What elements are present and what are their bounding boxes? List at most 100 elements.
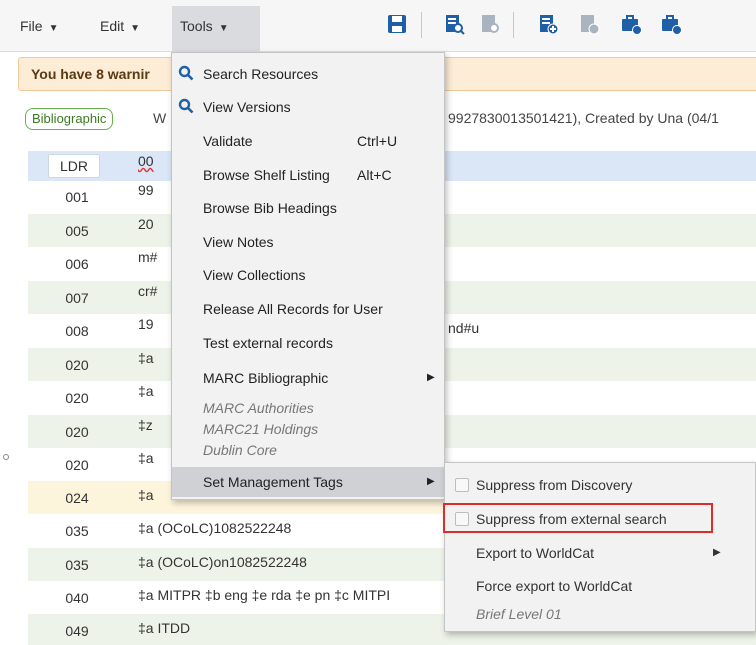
management-tags-submenu: Suppress from Discovery Suppress from ext… — [444, 462, 756, 632]
management-tag-label: Export to WorldCat — [476, 545, 595, 561]
menu-tools-label: Tools — [180, 18, 213, 34]
management-tag-item[interactable]: Force export to WorldCat — [445, 570, 755, 602]
highlight-box — [443, 503, 713, 533]
submenu-arrow-icon: ▶ — [427, 372, 435, 383]
toolbar-separator — [421, 12, 422, 38]
record-type-badge: Bibliographic — [25, 108, 114, 130]
marc-value[interactable]: ‡a — [138, 383, 154, 399]
record-info: 9927830013501421), Created by Una (04/1 — [448, 110, 719, 126]
tools-menu-item-label: Set Management Tags — [203, 474, 343, 490]
marc-tag[interactable]: 007 — [57, 290, 97, 306]
add-record-icon[interactable] — [537, 13, 559, 35]
tools-menu-item-label: Release All Records for User — [203, 301, 383, 317]
menu-file-label: File — [20, 18, 43, 34]
management-tag-item[interactable]: Export to WorldCat ▶ — [445, 537, 755, 569]
marc-tag[interactable]: 008 — [57, 323, 97, 339]
marc-value[interactable]: 20 — [138, 216, 154, 232]
marc-value[interactable]: ‡a (OCoLC)1082522248 — [138, 520, 291, 536]
marc-tag[interactable]: 020 — [57, 390, 97, 406]
marc-value[interactable]: 99 — [138, 182, 154, 198]
search-icon — [178, 65, 194, 81]
marc-tag[interactable]: 049 — [57, 623, 97, 639]
search-record-disabled-icon — [482, 15, 499, 33]
tools-menu-item[interactable]: Dublin Core — [172, 440, 444, 461]
tools-menu-item[interactable]: Set Management Tags ▶ — [172, 467, 444, 497]
management-tag-label: Force export to WorldCat — [476, 578, 633, 594]
tools-menu-item-label: Validate — [203, 133, 253, 149]
tools-menu-item-label: Test external records — [203, 335, 333, 351]
search-record-icon[interactable] — [443, 13, 465, 35]
tools-menu-item-label: MARC21 Holdings — [203, 421, 319, 437]
keyboard-shortcut: Alt+C — [357, 167, 392, 183]
tools-menu-item-label: MARC Bibliographic — [203, 370, 329, 386]
tools-menu-item[interactable]: Browse Bib Headings — [172, 193, 444, 223]
management-tag-item[interactable]: Brief Level 01 — [445, 603, 755, 625]
checkbox[interactable] — [455, 478, 469, 492]
submenu-arrow-icon: ▶ — [427, 476, 435, 487]
marc-tag[interactable]: 035 — [57, 557, 97, 573]
management-tag-label: Brief Level 01 — [476, 606, 562, 622]
menu-file[interactable]: File ▼ — [20, 0, 58, 52]
marc-tag[interactable]: 020 — [57, 457, 97, 473]
warning-text: You have 8 warnir — [31, 66, 150, 82]
marc-tag[interactable]: 020 — [57, 357, 97, 373]
marc-value[interactable]: ‡a ITDD — [138, 620, 190, 636]
tools-menu-item-label: Browse Bib Headings — [203, 200, 337, 216]
menu-tools[interactable]: Tools ▼ — [172, 6, 260, 52]
marc-value-tail: nd#u — [448, 320, 480, 336]
caret-down-icon: ▼ — [218, 23, 229, 34]
marc-value[interactable]: ‡a — [138, 487, 154, 503]
row-marker-icon — [3, 454, 9, 460]
caret-down-icon: ▼ — [48, 23, 59, 34]
tools-menu-item-label: View Versions — [203, 99, 291, 115]
record-title-prefix: W — [153, 110, 167, 126]
tools-menu-item-label: View Notes — [203, 234, 274, 250]
menubar: File ▼ Edit ▼ Tools ▼ — [0, 0, 756, 52]
marc-value[interactable]: cr# — [138, 283, 157, 299]
tools-menu-item[interactable]: Test external records — [172, 328, 444, 358]
add-holdings-alt-icon[interactable] — [660, 13, 682, 35]
tools-menu-item-label: Dublin Core — [203, 442, 277, 458]
marc-tag[interactable]: 040 — [57, 590, 97, 606]
marc-value[interactable]: m# — [138, 249, 157, 265]
marc-value[interactable]: 19 — [138, 316, 154, 332]
marc-value[interactable]: ‡a — [138, 350, 154, 366]
marc-value[interactable]: ‡z — [138, 417, 153, 433]
marc-tag[interactable]: 035 — [57, 523, 97, 539]
marc-tag[interactable]: 005 — [57, 223, 97, 239]
menu-edit-label: Edit — [100, 18, 125, 34]
tools-menu-item[interactable]: MARC Authorities — [172, 398, 444, 419]
tools-menu-item-label: Search Resources — [203, 66, 319, 82]
management-tag-item[interactable]: Suppress from Discovery — [445, 469, 755, 501]
tools-menu-item[interactable]: Browse Shelf Listing Alt+C — [172, 160, 444, 190]
marc-tag[interactable]: 001 — [57, 189, 97, 205]
marc-value[interactable]: 00 — [138, 153, 154, 169]
toolbar-separator — [513, 12, 514, 38]
tools-menu-item[interactable]: Search Resources — [172, 59, 444, 89]
tools-menu-item[interactable]: View Collections — [172, 260, 444, 290]
submenu-arrow-icon: ▶ — [713, 547, 721, 558]
marc-tag[interactable]: LDR — [48, 154, 100, 178]
keyboard-shortcut: Ctrl+U — [357, 133, 398, 149]
marc-tag[interactable]: 020 — [57, 424, 97, 440]
management-tag-label: Suppress from Discovery — [476, 477, 633, 493]
tools-menu-item[interactable]: MARC21 Holdings — [172, 419, 444, 440]
caret-down-icon: ▼ — [130, 23, 141, 34]
tools-menu-item-label: MARC Authorities — [203, 400, 314, 416]
tools-menu-item-label: View Collections — [203, 267, 306, 283]
tools-menu-item[interactable]: Validate Ctrl+U — [172, 126, 444, 156]
tools-menu-item[interactable]: View Notes — [172, 227, 444, 257]
tools-menu-item[interactable]: MARC Bibliographic ▶ — [172, 363, 444, 393]
add-holdings-icon[interactable] — [620, 13, 642, 35]
marc-tag[interactable]: 006 — [57, 256, 97, 272]
menu-edit[interactable]: Edit ▼ — [100, 0, 140, 52]
tools-menu-item[interactable]: Release All Records for User — [172, 294, 444, 324]
tools-menu-item-label: Browse Shelf Listing — [203, 167, 330, 183]
save-icon[interactable] — [386, 13, 408, 35]
marc-tag[interactable]: 024 — [57, 490, 97, 506]
add-record-disabled-icon — [581, 15, 600, 35]
tools-menu-item[interactable]: View Versions — [172, 92, 444, 122]
marc-value[interactable]: ‡a MITPR ‡b eng ‡e rda ‡e pn ‡c MITPI — [138, 587, 390, 603]
marc-value[interactable]: ‡a (OCoLC)on1082522248 — [138, 554, 307, 570]
marc-value[interactable]: ‡a — [138, 450, 154, 466]
